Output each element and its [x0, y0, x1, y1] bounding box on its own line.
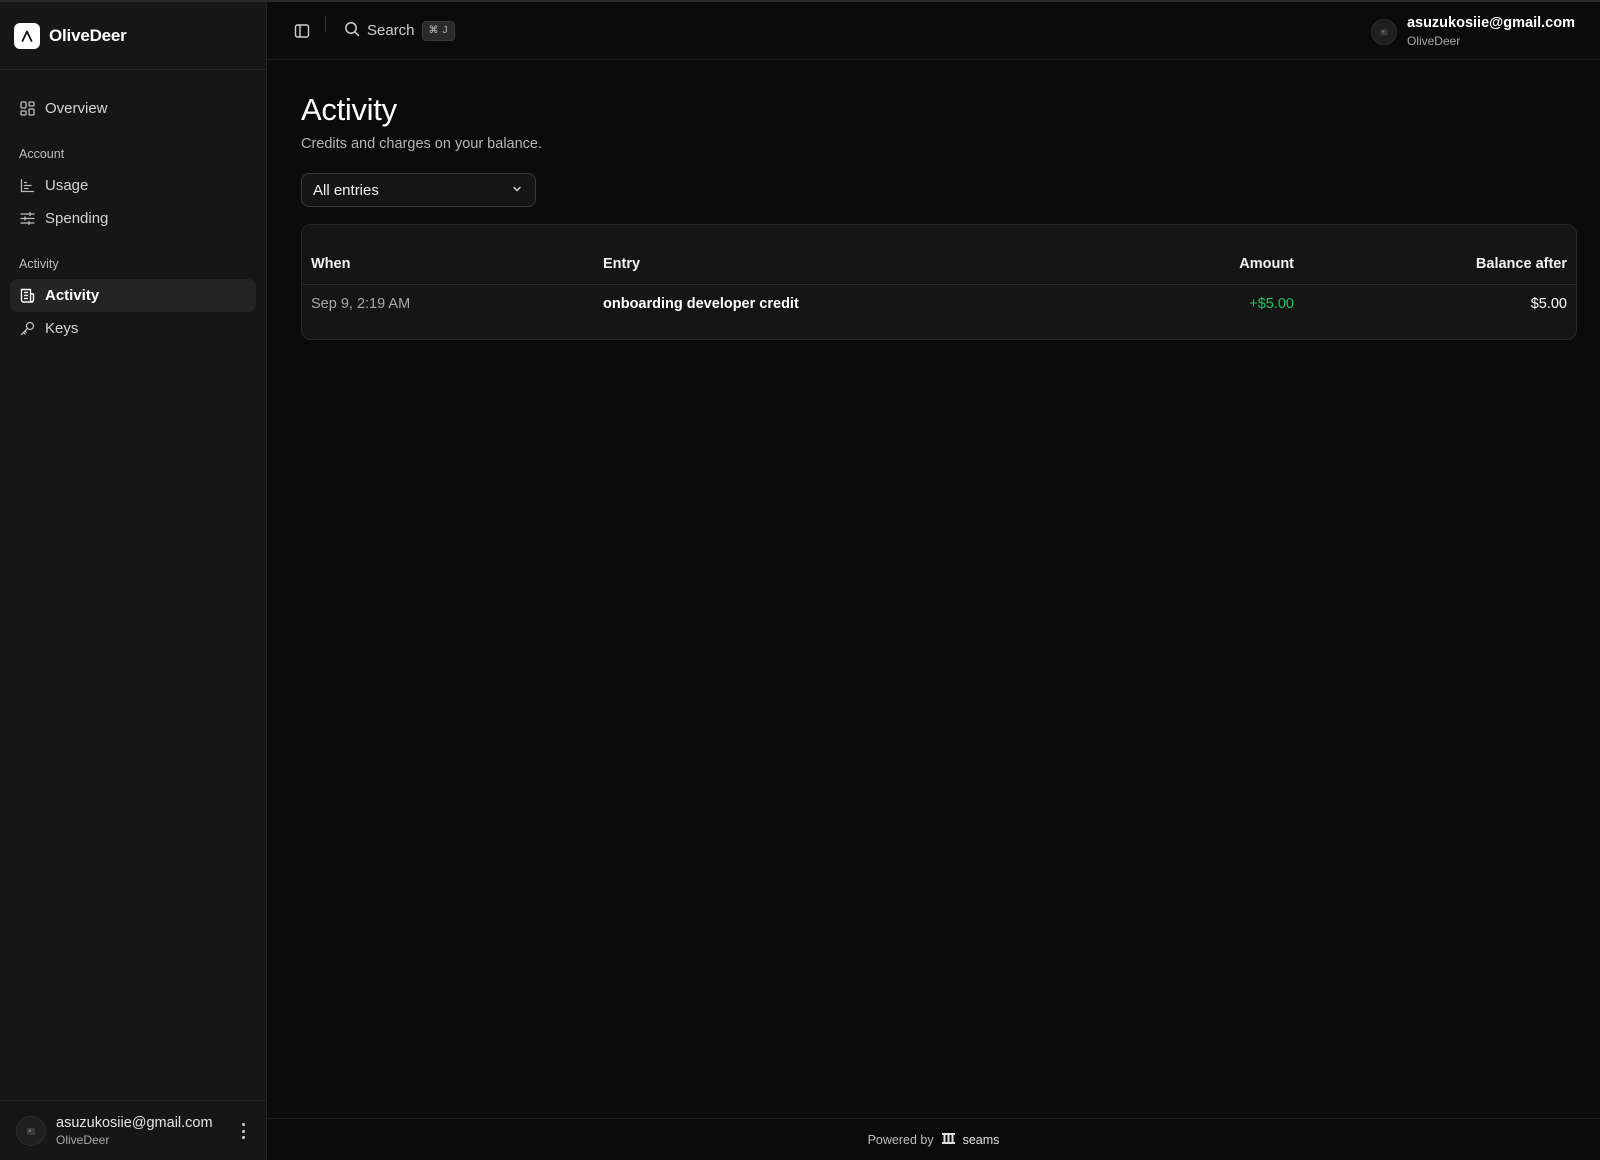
- command-key-symbol: ⌘: [428, 25, 439, 36]
- sidebar-item-spending[interactable]: Spending: [10, 202, 256, 235]
- sidebar-item-label: Keys: [45, 320, 79, 337]
- sidebar-toggle-icon[interactable]: [291, 20, 313, 42]
- header-user-org: OliveDeer: [1406, 34, 1461, 48]
- column-header-when: When: [311, 256, 351, 272]
- sliders-icon: [19, 210, 36, 227]
- page-footer: Powered by seams: [267, 1118, 1600, 1160]
- seams-logo-icon: [941, 1132, 955, 1147]
- sidebar-group-title-account: Account: [19, 147, 65, 161]
- sidebar-user-menu[interactable]: asuzukosiie@gmail.com OliveDeer: [0, 1100, 266, 1160]
- chart-icon: [19, 177, 36, 194]
- table-header-row: When Entry Amount Balance after: [302, 225, 1576, 285]
- sidebar-nav: Overview Account Usage Spending Activity…: [0, 70, 266, 345]
- powered-by-label: Powered by: [867, 1132, 934, 1147]
- sidebar-item-label: Overview: [45, 100, 108, 117]
- sidebar-item-keys[interactable]: Keys: [10, 312, 256, 345]
- sidebar-item-activity[interactable]: Activity: [10, 279, 256, 312]
- sidebar-group-title-activity: Activity: [19, 257, 59, 271]
- activity-table: When Entry Amount Balance after Sep 9, 2…: [301, 224, 1577, 340]
- shortcut-key: J: [442, 25, 448, 36]
- receipt-icon: [19, 287, 36, 304]
- header-user-menu[interactable]: asuzukosiie@gmail.com OliveDeer: [1370, 15, 1575, 48]
- column-header-entry: Entry: [603, 256, 641, 272]
- search-button[interactable]: Search ⌘ J: [344, 20, 455, 41]
- search-icon: [344, 21, 360, 40]
- seams-brand-link[interactable]: seams: [963, 1133, 1000, 1147]
- column-header-balance: Balance after: [1475, 256, 1567, 272]
- key-icon: [19, 320, 36, 337]
- cell-when: Sep 9, 2:19 AM: [311, 296, 411, 312]
- grid-icon: [19, 100, 36, 117]
- avatar: [1370, 18, 1397, 45]
- sidebar-item-overview[interactable]: Overview: [10, 92, 256, 125]
- search-shortcut: ⌘ J: [421, 20, 455, 41]
- sidebar-item-label: Spending: [45, 210, 109, 227]
- cell-amount: +$5.00: [1249, 296, 1294, 312]
- sidebar-item-label: Activity: [45, 287, 100, 304]
- avatar: [16, 1115, 46, 1146]
- cell-entry: onboarding developer credit: [603, 296, 799, 312]
- column-header-amount: Amount: [1239, 256, 1294, 272]
- sidebar-user-info: asuzukosiie@gmail.com OliveDeer: [56, 1115, 213, 1147]
- header-divider: [325, 15, 326, 32]
- brand-logo-icon: [14, 22, 40, 49]
- sidebar-item-label: Usage: [45, 177, 89, 194]
- more-options-icon[interactable]: [240, 1123, 246, 1139]
- search-label: Search: [367, 22, 415, 39]
- main-content: Activity Credits and charges on your bal…: [301, 60, 1577, 340]
- entries-filter-select[interactable]: All entries: [301, 173, 536, 207]
- chevron-down-icon: [511, 182, 523, 199]
- page-title: Activity: [301, 92, 397, 127]
- page-subtitle: Credits and charges on your balance.: [301, 136, 543, 152]
- brand-name: OliveDeer: [49, 25, 127, 45]
- top-header: Search ⌘ J asuzukosiie@gmail.com OliveDe…: [267, 2, 1600, 60]
- sidebar-user-email: asuzukosiie@gmail.com: [56, 1114, 213, 1131]
- cell-balance: $5.00: [1530, 296, 1567, 312]
- entries-filter-value: All entries: [313, 181, 379, 199]
- header-user-info: asuzukosiie@gmail.com OliveDeer: [1407, 15, 1575, 48]
- brand[interactable]: OliveDeer: [0, 2, 266, 70]
- sidebar: OliveDeer Overview Account Usage Spendin…: [0, 2, 267, 1160]
- sidebar-item-usage[interactable]: Usage: [10, 169, 256, 202]
- header-user-email: asuzukosiie@gmail.com: [1406, 15, 1575, 31]
- sidebar-user-org: OliveDeer: [56, 1132, 110, 1147]
